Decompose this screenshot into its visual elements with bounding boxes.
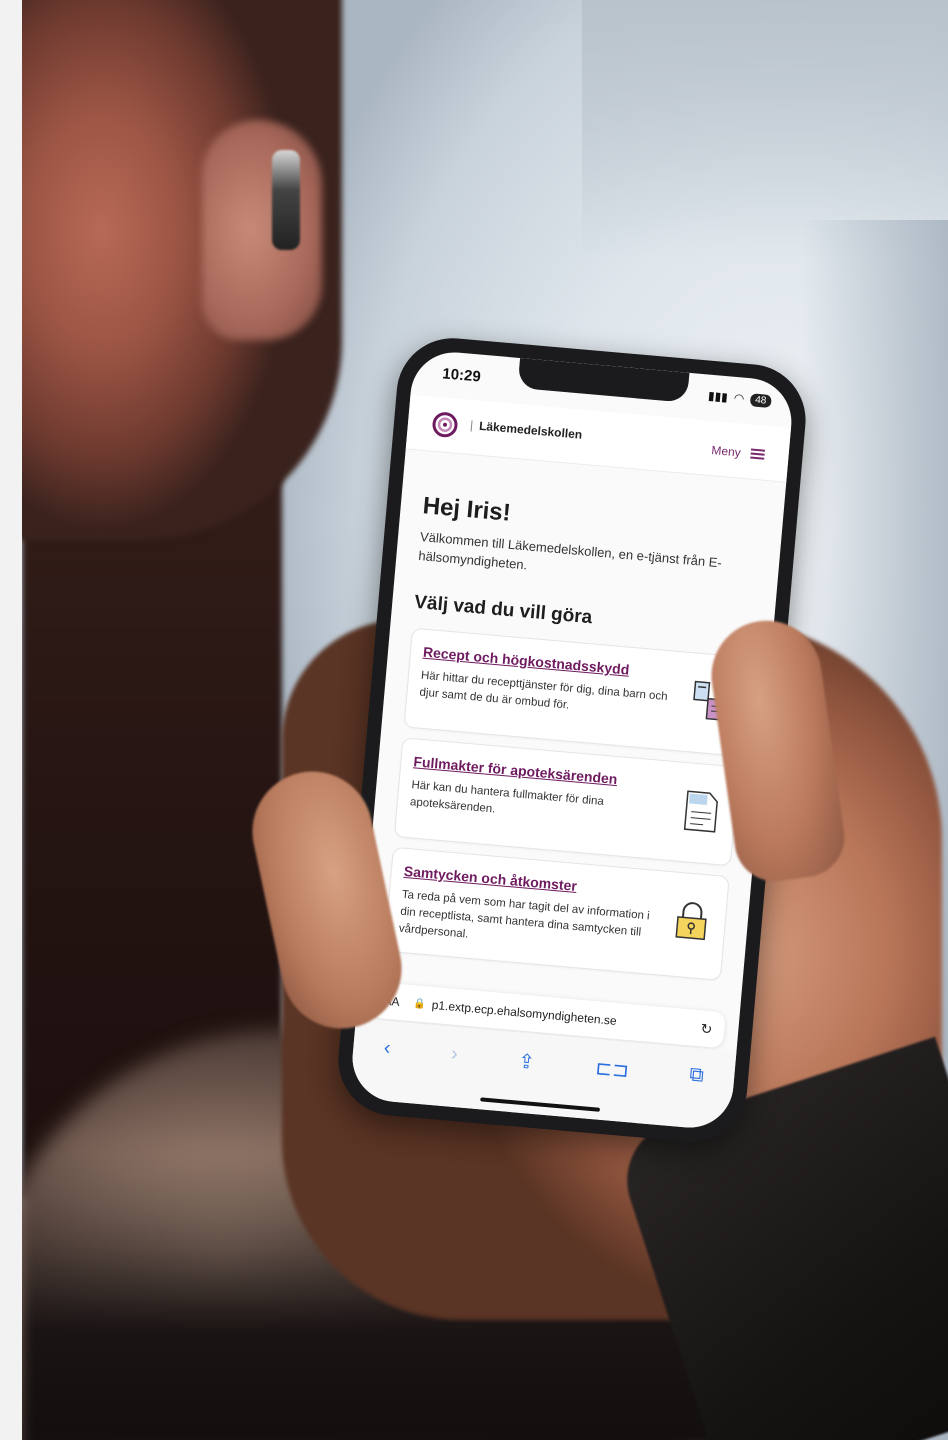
earring [272,150,300,250]
wifi-icon: ◠ [733,390,745,406]
site-title: | Läkemedelskollen [469,417,583,442]
menu-label: Meny [710,443,742,460]
brand-logo-icon[interactable] [431,411,459,439]
forward-icon[interactable]: › [450,1043,459,1066]
menu-button[interactable]: Meny [710,443,766,462]
tabs-icon[interactable]: ⧉ [689,1064,705,1088]
status-icons: ▮▮▮ ◠ 48 [708,389,772,408]
bookmarks-icon[interactable]: ⊏⊐ [594,1055,630,1083]
hamburger-icon [750,448,766,460]
padlock-icon [675,901,707,940]
document-icon [683,790,718,833]
person-ear [202,120,322,340]
card-samtycken[interactable]: Samtycken och åtkomster Ta reda på vem s… [383,846,730,982]
card-recept[interactable]: Recept och högkostnadsskydd Här hittar d… [403,627,749,757]
card-fullmakter[interactable]: Fullmakter för apoteksärenden Här kan du… [393,736,740,866]
photo-background: 10:29 ▮▮▮ ◠ 48 | Läkemedelskollen Meny H… [22,0,948,1440]
signal-icon: ▮▮▮ [707,388,729,405]
battery-icon: 48 [749,392,772,408]
share-icon[interactable]: ⇪ [517,1049,536,1075]
status-time: 10:29 [441,365,482,386]
reload-icon[interactable]: ↻ [700,1020,713,1038]
back-icon[interactable]: ‹ [383,1037,392,1060]
lock-icon: 🔒 [412,997,427,1010]
site-title-text: Läkemedelskollen [478,418,583,442]
